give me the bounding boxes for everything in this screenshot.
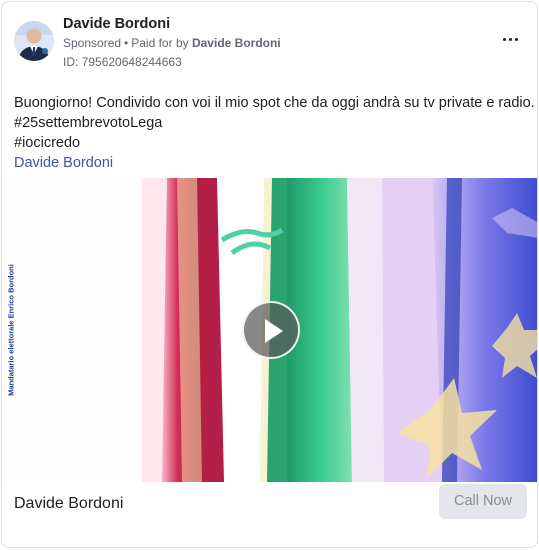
ad-footer: Davide Bordoni Call Now bbox=[2, 482, 537, 547]
sponsored-label: Sponsored bbox=[63, 36, 122, 50]
ellipsis-icon bbox=[509, 38, 512, 41]
hashtag-line: #iocicredo bbox=[14, 135, 81, 151]
paid-for-prefix: Paid for by bbox=[131, 36, 189, 50]
ad-id: ID: 795620648244663 bbox=[63, 55, 182, 69]
author-name[interactable]: Davide Bordoni bbox=[63, 16, 170, 32]
post-body: Buongiorno! Condivido con voi il mio spo… bbox=[14, 93, 535, 173]
post-text-line: Buongiorno! Condivido con voi il mio spo… bbox=[14, 95, 535, 111]
footer-title: Davide Bordoni bbox=[14, 495, 124, 512]
disclaimer-text: Mandatario elettorale Enrico Bordoni bbox=[6, 264, 16, 396]
author-avatar[interactable] bbox=[14, 21, 54, 61]
more-options-button[interactable] bbox=[499, 30, 523, 50]
paid-for-name: Davide Bordoni bbox=[191, 36, 281, 50]
ad-card: Davide Bordoni Sponsored • Paid for by Dav… bbox=[1, 1, 538, 548]
post-header: Davide Bordoni Sponsored • Paid for by Dav… bbox=[2, 2, 537, 82]
hashtag-line: #25settembrevotoLega bbox=[14, 115, 163, 131]
disclaimer-vertical-text: Mandatario elettorale Enrico Bordoni bbox=[4, 178, 18, 482]
page-link[interactable]: Davide Bordoni bbox=[14, 153, 529, 173]
sponsored-line: Sponsored • Paid for by Davide Bordoni bbox=[63, 36, 281, 50]
separator-dot: • bbox=[124, 36, 129, 50]
play-icon bbox=[265, 319, 283, 343]
avatar-image bbox=[14, 21, 54, 61]
ellipsis-icon bbox=[503, 38, 506, 41]
play-button[interactable] bbox=[242, 301, 300, 359]
call-now-button[interactable]: Call Now bbox=[439, 484, 527, 519]
ellipsis-icon bbox=[515, 38, 518, 41]
